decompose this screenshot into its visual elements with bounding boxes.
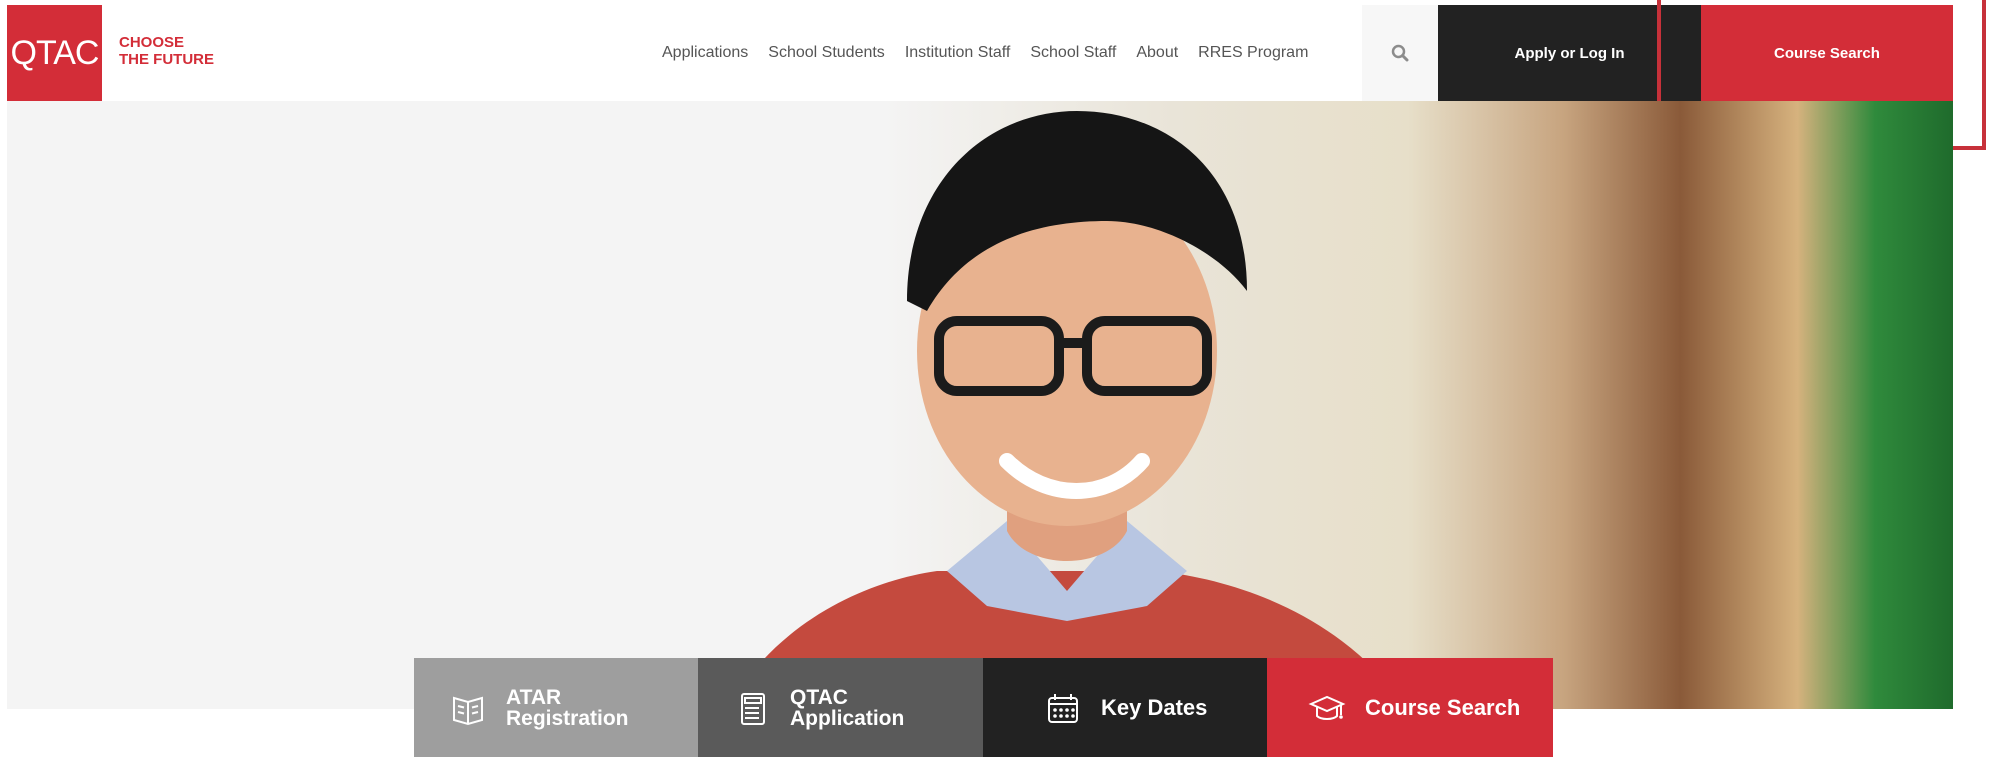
tagline: CHOOSE THE FUTURE bbox=[119, 34, 239, 68]
tile-qtac-line2: Application bbox=[790, 706, 905, 730]
qtac-homepage: QTAC CHOOSE THE FUTURE Applications Scho… bbox=[0, 0, 1990, 757]
tile-atar-line2: Registration bbox=[506, 706, 629, 730]
apply-or-login-label: Apply or Log In bbox=[1514, 44, 1625, 62]
tile-qtac-label: QTAC Application bbox=[790, 687, 904, 729]
tile-course-search-label: Course Search bbox=[1365, 695, 1521, 720]
tile-course-search[interactable]: Course Search bbox=[1267, 658, 1553, 757]
site-header: QTAC CHOOSE THE FUTURE Applications Scho… bbox=[0, 0, 1990, 150]
search-button[interactable] bbox=[1362, 5, 1438, 101]
tile-qtac-line1: QTAC bbox=[790, 685, 848, 709]
document-icon bbox=[741, 692, 765, 725]
search-icon bbox=[1391, 44, 1409, 62]
logo-text: QTAC bbox=[10, 33, 100, 72]
apply-or-login-button[interactable]: Apply or Log In bbox=[1438, 5, 1701, 101]
nav-school-staff[interactable]: School Staff bbox=[1030, 44, 1116, 62]
nav-about[interactable]: About bbox=[1136, 44, 1178, 62]
course-search-button[interactable]: Course Search bbox=[1701, 5, 1953, 101]
tile-atar-registration[interactable]: ATAR Registration bbox=[414, 658, 698, 757]
main-nav: Applications School Students Institution… bbox=[662, 5, 1328, 101]
tagline-line2: THE FUTURE bbox=[119, 51, 214, 68]
tile-key-dates[interactable]: Key Dates bbox=[983, 658, 1267, 757]
nav-school-students[interactable]: School Students bbox=[768, 44, 885, 62]
tile-atar-line1: ATAR bbox=[506, 685, 562, 709]
hero-banner bbox=[7, 101, 1953, 709]
nav-applications[interactable]: Applications bbox=[662, 44, 748, 62]
nav-rres-program[interactable]: RRES Program bbox=[1198, 44, 1308, 62]
nav-institution-staff[interactable]: Institution Staff bbox=[905, 44, 1011, 62]
quick-links: ATAR Registration QTAC Application Key D… bbox=[414, 658, 1553, 757]
tile-key-dates-label: Key Dates bbox=[1101, 695, 1208, 720]
tile-atar-label: ATAR Registration bbox=[506, 687, 629, 729]
course-search-label: Course Search bbox=[1774, 44, 1880, 62]
hero-photo bbox=[727, 111, 1407, 709]
book-icon bbox=[453, 696, 483, 725]
tagline-line1: CHOOSE bbox=[119, 34, 185, 51]
graduation-cap-icon bbox=[1308, 695, 1346, 720]
tile-qtac-application[interactable]: QTAC Application bbox=[698, 658, 983, 757]
calendar-icon bbox=[1048, 693, 1078, 723]
qtac-logo[interactable]: QTAC bbox=[7, 5, 102, 101]
